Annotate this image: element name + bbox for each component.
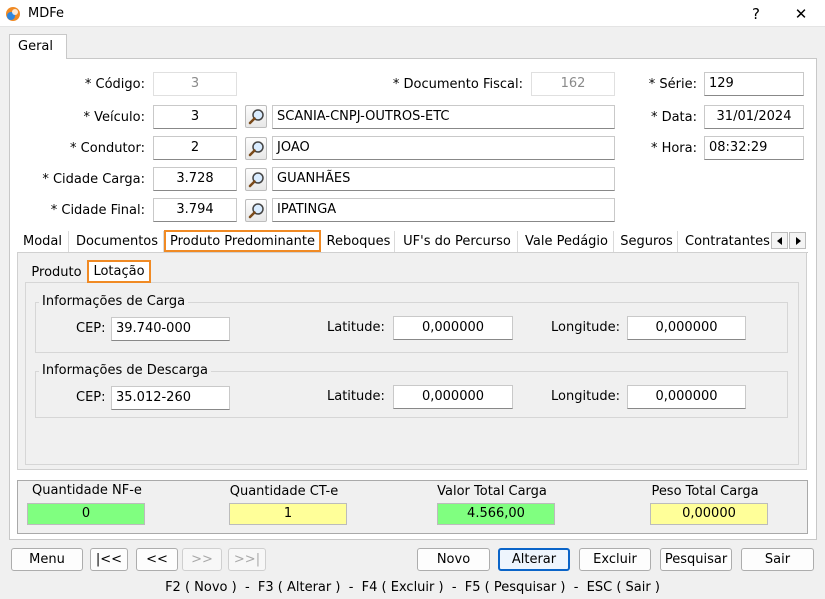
hora-field[interactable]: 08:32:29 xyxy=(704,136,804,160)
descarga-cep-field[interactable]: 35.012-260 xyxy=(111,386,230,410)
tab-ufs-percurso[interactable]: UF's do Percurso xyxy=(397,231,518,252)
documento-fiscal-label: * Documento Fiscal: xyxy=(392,77,523,92)
descarga-longitude-field[interactable]: 0,000000 xyxy=(627,385,746,409)
tab-reboques[interactable]: Reboques xyxy=(323,231,395,252)
carga-longitude-field[interactable]: 0,000000 xyxy=(627,316,746,340)
cidade-carga-label: * Cidade Carga: xyxy=(42,172,145,187)
codigo-label: * Código: xyxy=(84,77,145,92)
tab-scroll-left-button[interactable] xyxy=(771,232,788,249)
subtab-lotacao[interactable]: Lotação xyxy=(87,260,151,283)
quantidade-nfe-label: Quantidade NF-e xyxy=(32,483,142,498)
cidade-final-description: IPATINGA xyxy=(272,198,615,222)
last-record-button[interactable]: >>| xyxy=(228,548,266,571)
descarga-group-title: Informações de Descarga xyxy=(39,363,211,378)
hora-label: * Hora: xyxy=(650,141,697,156)
title-bar: MDFe ? ✕ xyxy=(0,0,825,27)
tab-contratantes[interactable]: Contratantes xyxy=(680,231,770,252)
tab-vale-pedagio[interactable]: Vale Pedágio xyxy=(520,231,614,252)
carga-latitude-field[interactable]: 0,000000 xyxy=(393,316,513,340)
previous-record-button[interactable]: << xyxy=(136,548,178,571)
magnifier-icon xyxy=(248,109,264,125)
condutor-description: JOAO xyxy=(272,136,615,160)
window-title: MDFe xyxy=(28,6,64,21)
data-field[interactable]: 31/01/2024 xyxy=(704,105,804,129)
serie-field[interactable]: 129 xyxy=(704,72,804,96)
tab-documentos[interactable]: Documentos xyxy=(71,231,164,252)
sair-button[interactable]: Sair xyxy=(741,548,814,571)
first-record-button[interactable]: |<< xyxy=(90,548,128,571)
tab-seguros[interactable]: Seguros xyxy=(616,231,678,252)
magnifier-icon xyxy=(248,203,264,219)
documento-fiscal-field[interactable]: 162 xyxy=(531,72,615,96)
cidade-final-label: * Cidade Final: xyxy=(50,203,145,218)
magnifier-icon xyxy=(248,172,264,188)
descarga-cep-label: CEP: xyxy=(76,390,106,405)
help-button[interactable]: ? xyxy=(735,0,777,27)
valor-total-carga-label: Valor Total Carga xyxy=(437,484,547,499)
close-button[interactable]: ✕ xyxy=(780,0,822,27)
app-icon xyxy=(5,6,21,22)
cidade-carga-search-button[interactable] xyxy=(245,168,267,191)
tab-produto-predominante[interactable]: Produto Predominante xyxy=(164,230,321,252)
serie-label: * Série: xyxy=(648,77,697,92)
veiculo-label: * Veículo: xyxy=(83,110,145,125)
descarga-latitude-label: Latitude: xyxy=(327,389,385,404)
peso-total-carga-field: 0,00000 xyxy=(650,503,768,525)
carga-group-title: Informações de Carga xyxy=(39,294,189,309)
triangle-left-icon xyxy=(776,236,782,245)
magnifier-icon xyxy=(248,141,264,157)
carga-cep-field[interactable]: 39.740-000 xyxy=(111,317,230,341)
condutor-search-button[interactable] xyxy=(245,137,267,160)
tab-modal[interactable]: Modal xyxy=(17,231,69,252)
cidade-carga-field[interactable]: 3.728 xyxy=(153,167,237,191)
novo-button[interactable]: Novo xyxy=(417,548,490,571)
triangle-right-icon xyxy=(795,236,801,245)
data-label: * Data: xyxy=(650,110,697,125)
condutor-field[interactable]: 2 xyxy=(153,136,237,160)
cidade-carga-description: GUANHÃES xyxy=(272,167,615,191)
valor-total-carga-field: 4.566,00 xyxy=(437,503,555,525)
next-record-button[interactable]: >> xyxy=(182,548,222,571)
cidade-final-field[interactable]: 3.794 xyxy=(153,198,237,222)
menu-button[interactable]: Menu xyxy=(11,548,83,571)
subtab-produto[interactable]: Produto xyxy=(27,262,86,283)
carga-latitude-label: Latitude: xyxy=(327,320,385,335)
veiculo-field[interactable]: 3 xyxy=(153,105,237,129)
peso-total-carga-label: Peso Total Carga xyxy=(651,484,759,499)
quantidade-cte-field: 1 xyxy=(229,503,347,525)
descarga-latitude-field[interactable]: 0,000000 xyxy=(393,385,513,409)
carga-cep-label: CEP: xyxy=(76,321,106,336)
quantidade-nfe-field: 0 xyxy=(27,503,145,525)
tab-scroll-right-button[interactable] xyxy=(789,232,806,249)
quantidade-cte-label: Quantidade CT-e xyxy=(229,484,339,499)
veiculo-description: SCANIA-CNPJ-OUTROS-ETC xyxy=(272,105,615,129)
pesquisar-button[interactable]: Pesquisar xyxy=(660,548,732,571)
codigo-field[interactable]: 3 xyxy=(153,72,237,96)
carga-longitude-label: Longitude: xyxy=(551,320,621,335)
alterar-button[interactable]: Alterar xyxy=(498,548,570,571)
veiculo-search-button[interactable] xyxy=(245,105,267,128)
condutor-label: * Condutor: xyxy=(70,141,145,156)
descarga-longitude-label: Longitude: xyxy=(551,389,621,404)
cidade-final-search-button[interactable] xyxy=(245,199,267,222)
tab-geral[interactable]: Geral xyxy=(9,34,67,59)
shortcut-hint: F2 ( Novo ) - F3 ( Alterar ) - F4 ( Excl… xyxy=(165,580,660,595)
excluir-button[interactable]: Excluir xyxy=(579,548,651,571)
